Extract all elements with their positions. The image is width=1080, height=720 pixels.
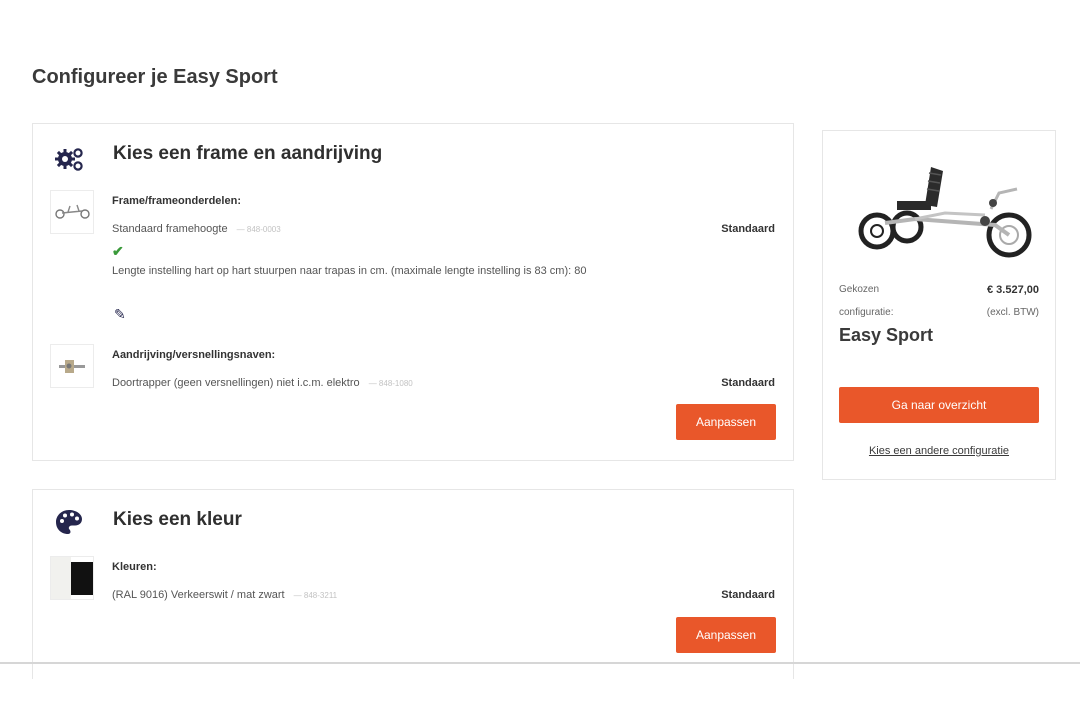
option-value: Standaard framehoogte — 848-0003 (112, 223, 281, 235)
option-title: Kleuren: (112, 561, 157, 573)
option-title: Frame/frameonderdelen: (112, 195, 241, 207)
color-swatch (50, 556, 94, 600)
model-name: Easy Sport (839, 325, 934, 345)
section-title: Kies een frame en aandrijving (113, 143, 383, 164)
option-title: Aandrijving/versnellingsnaven: (112, 349, 276, 361)
option-code: — 848-0003 (236, 225, 281, 234)
section-frame-drive: Kies een frame en aandrijving Frame/fram… (32, 123, 794, 461)
option-code: — 848-3211 (293, 591, 338, 600)
standard-tag: Standaard (721, 223, 775, 235)
option-code-text: 848-0003 (246, 225, 281, 234)
palette-icon (56, 510, 82, 534)
standard-tag: Standaard (721, 589, 775, 601)
frame-thumbnail (50, 190, 94, 234)
other-configuration-link[interactable]: Kies een andere configuratie (823, 445, 1055, 457)
drive-thumbnail (50, 344, 94, 388)
option-code: — 848-1080 (368, 379, 413, 388)
price: € 3.527,00 (987, 284, 1039, 296)
page-title: Configureer je Easy Sport (32, 66, 278, 88)
option-value-text: (RAL 9016) Verkeerswit / mat zwart (112, 589, 285, 601)
configuration-label: configuratie: (839, 307, 894, 318)
bottom-divider (0, 662, 1080, 664)
section-title: Kies een kleur (113, 509, 242, 530)
option-value: (RAL 9016) Verkeerswit / mat zwart — 848… (112, 589, 337, 601)
bike-image (858, 167, 1032, 258)
section-color: Kies een kleur Kleuren: (RAL 9016) Verke… (32, 489, 794, 679)
option-value: Doortrapper (geen versnellingen) niet i.… (112, 377, 413, 389)
configuration-summary: Gekozen € 3.527,00 configuratie: (excl. … (822, 130, 1056, 480)
overview-button[interactable]: Ga naar overzicht (839, 387, 1039, 423)
gears-icon (55, 148, 83, 171)
edit-pencil-icon[interactable]: ✎ (114, 306, 126, 323)
adjust-button[interactable]: Aanpassen (676, 617, 776, 653)
standard-tag: Standaard (721, 377, 775, 389)
price-note: (excl. BTW) (986, 307, 1039, 318)
option-note: Lengte instelling hart op hart stuurpen … (112, 265, 587, 277)
option-value-text: Doortrapper (geen versnellingen) niet i.… (112, 377, 360, 389)
option-code-text: 848-1080 (378, 379, 413, 388)
chosen-label: Gekozen (839, 284, 880, 295)
option-value-text: Standaard framehoogte (112, 223, 228, 235)
checkmark-icon: ✔ (112, 243, 124, 259)
option-code-text: 848-3211 (303, 591, 338, 600)
adjust-button[interactable]: Aanpassen (676, 404, 776, 440)
